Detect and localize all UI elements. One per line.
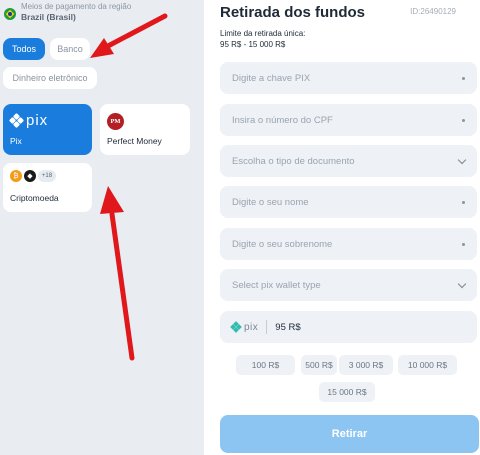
- pix-logo: pix: [8, 112, 49, 129]
- brazil-flag-icon: [4, 8, 16, 20]
- ethereum-icon: ◆: [24, 170, 36, 182]
- filter-dinheiro-eletronico[interactable]: Dinheiro eletrônico: [3, 67, 97, 89]
- user-id: ID:26490129: [410, 7, 456, 16]
- quick-amount-15000[interactable]: 15 000 R$: [319, 382, 375, 402]
- chevron-down-icon: [457, 279, 467, 288]
- quick-amount-100[interactable]: 100 R$: [236, 355, 295, 375]
- bitcoin-icon: ₿: [10, 170, 22, 182]
- pix-key-input[interactable]: Digite a chave PIX: [220, 62, 477, 94]
- limit-label: Limite da retirada única:: [220, 29, 306, 38]
- amount-input[interactable]: pix 95 R$: [220, 311, 477, 343]
- withdraw-button[interactable]: Retirar: [220, 415, 479, 453]
- pix-wallet-type-select[interactable]: Select pix wallet type: [220, 269, 477, 301]
- region-selector[interactable]: Meios de pagamento da região Brazil (Bra…: [4, 2, 131, 23]
- last-name-input[interactable]: Digite o seu sobrenome: [220, 228, 477, 260]
- region-label: Meios de pagamento da região: [21, 2, 132, 11]
- method-label-crypto: Criptomoeda: [10, 193, 59, 203]
- divider: [266, 320, 268, 334]
- pix-logo-text: pix: [26, 112, 49, 129]
- region-value: Brazil (Brasil): [21, 12, 76, 22]
- pix-amount-logo: pix: [230, 321, 258, 333]
- required-dot-icon: [462, 76, 465, 80]
- method-card-perfect-money[interactable]: PM Perfect Money: [100, 104, 190, 155]
- method-label-pix: Pix: [10, 136, 22, 146]
- method-label-perfect-money: Perfect Money: [107, 136, 162, 146]
- payment-methods-panel: Meios de pagamento da região Brazil (Bra…: [0, 0, 204, 455]
- first-name-input[interactable]: Digite o seu nome: [220, 186, 477, 218]
- more-cryptos-badge: +18: [38, 170, 56, 182]
- chevron-down-icon: [457, 155, 467, 164]
- cpf-input[interactable]: Insira o número do CPF: [220, 104, 477, 136]
- page-title: Retirada dos fundos: [220, 4, 366, 21]
- document-type-select[interactable]: Escolha o tipo de documento: [220, 145, 477, 177]
- filter-todos[interactable]: Todos: [3, 38, 45, 60]
- required-dot-icon: [462, 242, 465, 246]
- quick-amount-3000[interactable]: 3 000 R$: [339, 355, 393, 375]
- amount-value: 95 R$: [275, 321, 301, 333]
- required-dot-icon: [462, 200, 465, 204]
- method-card-crypto[interactable]: ₿ ◆ +18 Criptomoeda: [3, 163, 92, 212]
- withdrawal-form: Retirada dos fundos ID:26490129 Limite d…: [204, 0, 480, 455]
- quick-amount-10000[interactable]: 10 000 R$: [398, 355, 457, 375]
- filter-banco[interactable]: Banco: [50, 38, 90, 60]
- limit-value: 95 R$ - 15 000 R$: [220, 40, 286, 49]
- pix-diamond-icon: [8, 112, 25, 129]
- perfect-money-logo: PM: [107, 113, 124, 130]
- quick-amount-500[interactable]: 500 R$: [301, 355, 337, 375]
- pix-diamond-icon: [230, 321, 242, 333]
- required-dot-icon: [462, 118, 465, 122]
- method-card-pix[interactable]: pix Pix: [3, 104, 92, 155]
